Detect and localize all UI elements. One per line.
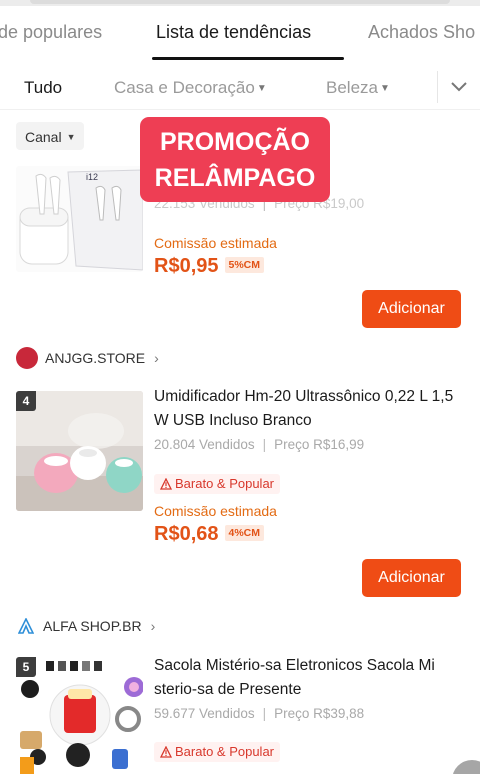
chevron-right-icon: ›: [150, 618, 156, 634]
store-logo-icon: [18, 618, 34, 634]
sold-count: 20.804 Vendidos: [154, 437, 255, 452]
store-name: ANJGG.STORE: [45, 350, 146, 366]
product-price: Preço R$39,88: [274, 706, 365, 721]
tab-achados[interactable]: Achados Sho: [368, 22, 475, 43]
category-beleza[interactable]: Beleza ▼: [326, 78, 390, 98]
chevron-right-icon: ›: [154, 350, 159, 366]
product-image-humidifier[interactable]: 4: [16, 391, 143, 511]
top-strip: [0, 0, 480, 6]
chevron-down-icon: [451, 82, 467, 92]
category-casa-decoracao[interactable]: Casa e Decoração ▼: [114, 78, 267, 98]
store-name: ALFA SHOP.BR: [43, 618, 142, 634]
badge-label: Barato & Popular: [175, 744, 275, 759]
add-button[interactable]: Adicionar: [362, 290, 461, 328]
rank-badge: 4: [16, 391, 36, 411]
category-label: Beleza: [326, 78, 378, 97]
sold-count: 59.677 Vendidos: [154, 706, 255, 721]
category-label: Casa e Decoração: [114, 78, 255, 97]
rank-badge: 5: [16, 657, 36, 677]
category-label: Tudo: [24, 78, 63, 97]
commission-label: Comissão estimada: [154, 503, 277, 519]
caret-down-icon: ▼: [66, 132, 76, 142]
cheap-popular-badge: Barato & Popular: [154, 742, 281, 762]
commission-value: R$0,68: [154, 523, 219, 545]
earbuds-image: i12: [16, 166, 143, 272]
product-title[interactable]: Sacola Mistério-sa Eletronicos Sacola Mi…: [154, 654, 464, 702]
tab-lista-de-tendencias[interactable]: Lista de tendências: [156, 22, 311, 43]
cheap-popular-badge: Barato & Popular: [154, 474, 281, 494]
box-label: i12: [86, 172, 98, 182]
caret-down-icon: ▼: [256, 83, 267, 94]
stat-separator: |: [262, 437, 267, 452]
tab-populares[interactable]: de populares: [0, 22, 102, 43]
flash-sale-banner: PROMOÇÃO RELÂMPAGO: [140, 117, 330, 202]
floating-button[interactable]: [452, 760, 480, 774]
warning-triangle-icon: [159, 745, 173, 758]
top-handle: [30, 0, 450, 4]
commission-percent-badge: 4%CM: [224, 525, 265, 541]
expand-categories-button[interactable]: [437, 71, 480, 103]
product-stats: 20.804 Vendidos | Preço R$16,99: [154, 437, 364, 452]
commission-percent-badge: 5%CM: [224, 257, 265, 273]
canal-filter[interactable]: Canal ▼: [16, 122, 84, 150]
category-bar: Tudo Casa e Decoração ▼ Beleza ▼: [0, 62, 480, 110]
category-tudo[interactable]: Tudo: [24, 78, 62, 98]
add-button[interactable]: Adicionar: [362, 559, 461, 597]
store-link-alfa-shop[interactable]: ALFA SHOP.BR ›: [16, 615, 155, 637]
product-price: Preço R$16,99: [274, 437, 365, 452]
product-title[interactable]: Umidificador Hm-20 Ultrassônico 0,22 L 1…: [154, 385, 464, 433]
stat-separator: |: [262, 706, 267, 721]
store-logo: [16, 347, 38, 369]
commission-value: R$0,95: [154, 255, 219, 277]
canal-label: Canal: [25, 129, 62, 145]
product-image-mystery-bag[interactable]: 5: [16, 657, 143, 774]
product-stats: 59.677 Vendidos | Preço R$39,88: [154, 706, 364, 721]
main-tabs: de populares Lista de tendências Achados…: [0, 8, 480, 62]
commission-value-row: R$0,68 4%CM: [154, 523, 265, 546]
commission-value-row: R$0,95 5%CM: [154, 255, 265, 278]
promo-line-2: RELÂMPAGO: [154, 164, 316, 192]
caret-down-icon: ▼: [379, 83, 390, 94]
promo-line-1: PROMOÇÃO: [160, 128, 310, 156]
warning-triangle-icon: [159, 477, 173, 490]
active-tab-indicator: [152, 57, 344, 60]
store-link-anjgg[interactable]: ANJGG.STORE ›: [16, 347, 159, 369]
badge-label: Barato & Popular: [175, 476, 275, 491]
commission-label: Comissão estimada: [154, 235, 277, 251]
product-image-earbuds[interactable]: i12: [16, 166, 143, 272]
